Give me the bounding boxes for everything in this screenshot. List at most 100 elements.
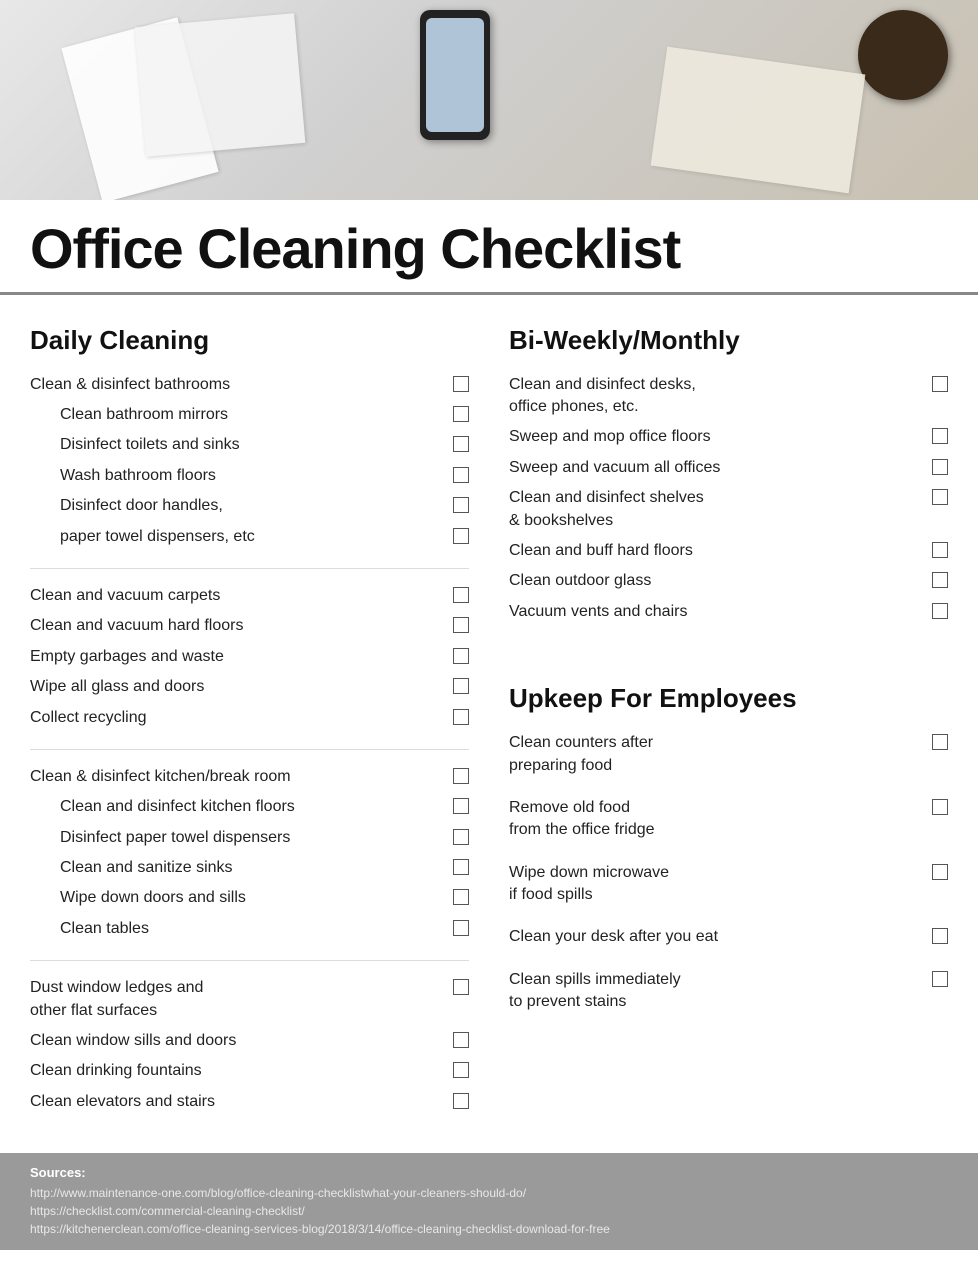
item-label: Wipe down microwaveif food spills <box>509 862 932 907</box>
item-label: Clean your desk after you eat <box>509 926 932 948</box>
item-label: Empty garbages and waste <box>30 646 453 668</box>
list-item: Clean & disinfect bathrooms <box>30 374 469 396</box>
checkbox[interactable] <box>453 678 469 694</box>
item-label: Wash bathroom floors <box>60 465 453 487</box>
right-column: Bi-Weekly/Monthly Clean and disinfect de… <box>509 325 948 1134</box>
checkbox[interactable] <box>453 617 469 633</box>
item-label: Clean outdoor glass <box>509 570 932 592</box>
checkbox[interactable] <box>932 971 948 987</box>
item-label: Disinfect door handles, <box>60 495 453 517</box>
item-label: Clean and vacuum hard floors <box>30 615 453 637</box>
item-label: Clean and buff hard floors <box>509 540 932 562</box>
checkbox[interactable] <box>453 497 469 513</box>
list-item: Clean bathroom mirrors <box>30 404 469 426</box>
list-item: Clean and vacuum carpets <box>30 585 469 607</box>
checkbox[interactable] <box>453 859 469 875</box>
checkbox[interactable] <box>453 1062 469 1078</box>
upkeep-section-title: Upkeep For Employees <box>509 683 948 714</box>
item-label: Disinfect toilets and sinks <box>60 434 453 456</box>
list-item: paper towel dispensers, etc <box>30 526 469 548</box>
checkbox[interactable] <box>453 829 469 845</box>
list-item: Wash bathroom floors <box>30 465 469 487</box>
item-label: Vacuum vents and chairs <box>509 601 932 623</box>
list-item: Clean outdoor glass <box>509 570 948 592</box>
list-item: Clean & disinfect kitchen/break room <box>30 766 469 788</box>
decorative-paper-2 <box>135 13 306 156</box>
checkbox[interactable] <box>932 864 948 880</box>
checkbox[interactable] <box>453 709 469 725</box>
checkbox[interactable] <box>453 920 469 936</box>
checkbox[interactable] <box>932 603 948 619</box>
checkbox[interactable] <box>453 406 469 422</box>
checkbox[interactable] <box>932 928 948 944</box>
checkbox[interactable] <box>453 889 469 905</box>
item-label: Remove old foodfrom the office fridge <box>509 797 932 842</box>
list-item: Clean drinking fountains <box>30 1060 469 1082</box>
divider <box>30 749 469 750</box>
source-link-3[interactable]: https://kitchenerclean.com/office-cleani… <box>30 1220 948 1238</box>
item-label: Wipe down doors and sills <box>60 887 453 909</box>
floors-group: Clean and vacuum carpets Clean and vacuu… <box>30 585 469 729</box>
list-item: Empty garbages and waste <box>30 646 469 668</box>
checkbox[interactable] <box>932 542 948 558</box>
item-label: Clean and vacuum carpets <box>30 585 453 607</box>
item-label: Clean counters afterpreparing food <box>509 732 932 777</box>
checkbox[interactable] <box>453 979 469 995</box>
list-item: Clean and disinfect desks,office phones,… <box>509 374 948 419</box>
checkbox[interactable] <box>932 572 948 588</box>
checkbox[interactable] <box>453 798 469 814</box>
item-label: Clean and disinfect desks,office phones,… <box>509 374 932 419</box>
checkbox[interactable] <box>453 648 469 664</box>
list-item: Collect recycling <box>30 707 469 729</box>
checkbox[interactable] <box>453 467 469 483</box>
list-item: Sweep and mop office floors <box>509 426 948 448</box>
list-item: Vacuum vents and chairs <box>509 601 948 623</box>
source-link-2[interactable]: https://checklist.com/commercial-cleanin… <box>30 1202 948 1220</box>
item-label: Clean and disinfect kitchen floors <box>60 796 453 818</box>
list-item: Dust window ledges andother flat surface… <box>30 977 469 1022</box>
sources-label: Sources: <box>30 1165 948 1180</box>
list-item: Disinfect paper towel dispensers <box>30 827 469 849</box>
footer: Sources: http://www.maintenance-one.com/… <box>0 1153 978 1250</box>
checkbox[interactable] <box>932 734 948 750</box>
decorative-paper-3 <box>651 47 866 194</box>
list-item: Disinfect toilets and sinks <box>30 434 469 456</box>
checkbox[interactable] <box>453 768 469 784</box>
list-item: Wipe down microwaveif food spills <box>509 862 948 907</box>
list-item: Clean window sills and doors <box>30 1030 469 1052</box>
biweekly-section-title: Bi-Weekly/Monthly <box>509 325 948 356</box>
checkbox[interactable] <box>453 528 469 544</box>
list-item: Clean elevators and stairs <box>30 1091 469 1113</box>
page-title: Office Cleaning Checklist <box>30 218 948 280</box>
list-item: Sweep and vacuum all offices <box>509 457 948 479</box>
list-item: Clean and disinfect kitchen floors <box>30 796 469 818</box>
item-label: Clean and disinfect shelves& bookshelves <box>509 487 932 532</box>
checkbox[interactable] <box>932 489 948 505</box>
checkbox[interactable] <box>932 376 948 392</box>
decorative-cup <box>858 10 948 100</box>
checkbox[interactable] <box>932 428 948 444</box>
list-item: Clean and sanitize sinks <box>30 857 469 879</box>
item-label: Clean & disinfect kitchen/break room <box>30 766 453 788</box>
checkbox[interactable] <box>453 1032 469 1048</box>
item-label: Dust window ledges andother flat surface… <box>30 977 453 1022</box>
list-item: Clean counters afterpreparing food <box>509 732 948 777</box>
biweekly-group: Clean and disinfect desks,office phones,… <box>509 374 948 624</box>
checkbox[interactable] <box>932 459 948 475</box>
spacer <box>509 643 948 683</box>
checkbox[interactable] <box>453 436 469 452</box>
main-content: Daily Cleaning Clean & disinfect bathroo… <box>0 295 978 1134</box>
bathrooms-group: Clean & disinfect bathrooms Clean bathro… <box>30 374 469 548</box>
hero-image <box>0 0 978 200</box>
source-link-1[interactable]: http://www.maintenance-one.com/blog/offi… <box>30 1184 948 1202</box>
item-label: Clean bathroom mirrors <box>60 404 453 426</box>
item-label: Clean window sills and doors <box>30 1030 453 1052</box>
checkbox[interactable] <box>453 376 469 392</box>
item-label: Clean and sanitize sinks <box>60 857 453 879</box>
checkbox[interactable] <box>932 799 948 815</box>
checkbox[interactable] <box>453 1093 469 1109</box>
divider <box>30 568 469 569</box>
list-item: Clean and disinfect shelves& bookshelves <box>509 487 948 532</box>
left-column: Daily Cleaning Clean & disinfect bathroo… <box>30 325 469 1134</box>
checkbox[interactable] <box>453 587 469 603</box>
